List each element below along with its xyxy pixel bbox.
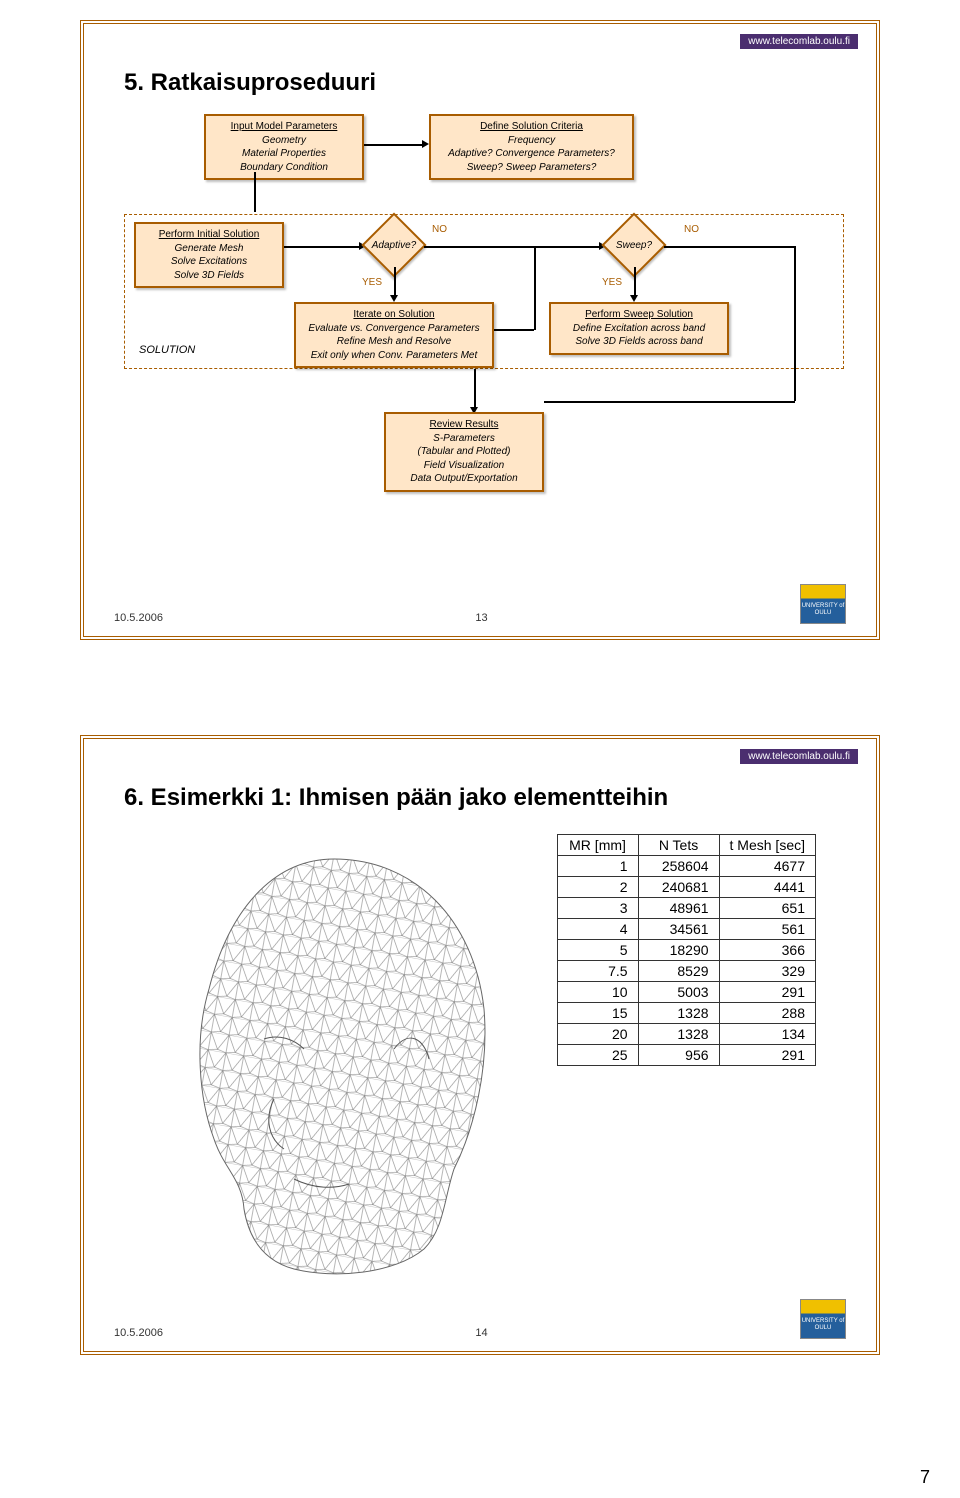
table-cell: 4677 [719, 856, 815, 877]
table-cell: 15 [557, 1003, 638, 1024]
table-cell: 4441 [719, 877, 815, 898]
table-row: 12586044677 [557, 856, 815, 877]
arrow [664, 246, 794, 248]
arrow [424, 246, 599, 248]
table-cell: 10 [557, 982, 638, 1003]
arrow [474, 369, 476, 409]
table-cell: 4 [557, 919, 638, 940]
slide-2: www.telecomlab.oulu.fi 6. Esimerkki 1: I… [80, 735, 880, 1355]
page-number: 7 [920, 1467, 930, 1488]
table-header: MR [mm] [557, 835, 638, 856]
table-cell: 240681 [638, 877, 719, 898]
box-header: Perform Initial Solution [138, 228, 280, 242]
footer-slide-number: 13 [475, 612, 487, 624]
table-cell: 20 [557, 1024, 638, 1045]
table-cell: 288 [719, 1003, 815, 1024]
table-cell: 2 [557, 877, 638, 898]
table-cell: 48961 [638, 898, 719, 919]
box-iterate: Iterate on Solution Evaluate vs. Converg… [294, 302, 494, 368]
box-initial-solution: Perform Initial Solution Generate Mesh S… [134, 222, 284, 288]
edge-label-no: NO [432, 224, 447, 235]
footer-date: 10.5.2006 [114, 1327, 163, 1339]
table-row: 7.58529329 [557, 961, 815, 982]
table-cell: 1 [557, 856, 638, 877]
table-cell: 3 [557, 898, 638, 919]
arrowhead-icon [390, 295, 398, 302]
box-sweep-solution: Perform Sweep Solution Define Excitation… [549, 302, 729, 355]
table-cell: 5 [557, 940, 638, 961]
table-cell: 366 [719, 940, 815, 961]
slide-footer: 10.5.2006 13 UNIVERSITY of OULU [114, 584, 846, 624]
table-row: 348961651 [557, 898, 815, 919]
table-cell: 5003 [638, 982, 719, 1003]
table-cell: 291 [719, 1045, 815, 1066]
site-badge: www.telecomlab.oulu.fi [740, 34, 858, 49]
box-header: Input Model Parameters [208, 120, 360, 134]
table-cell: 329 [719, 961, 815, 982]
decision-adaptive: Adaptive? [364, 224, 424, 266]
table-row: 434561561 [557, 919, 815, 940]
table-row: 201328134 [557, 1024, 815, 1045]
arrow [494, 329, 534, 331]
arrow [394, 267, 396, 297]
slide-title: 6. Esimerkki 1: Ihmisen pään jako elemen… [124, 784, 668, 812]
arrow [794, 246, 796, 401]
arrow [634, 267, 636, 297]
site-badge: www.telecomlab.oulu.fi [740, 749, 858, 764]
head-mesh-image [154, 839, 514, 1279]
slide-footer: 10.5.2006 14 UNIVERSITY of OULU [114, 1299, 846, 1339]
box-input-model: Input Model Parameters Geometry Material… [204, 114, 364, 180]
decision-sweep: Sweep? [604, 224, 664, 266]
slide-1: www.telecomlab.oulu.fi 5. Ratkaisuprosed… [80, 20, 880, 640]
footer-date: 10.5.2006 [114, 612, 163, 624]
box-header: Define Solution Criteria [433, 120, 630, 134]
table-row: 151328288 [557, 1003, 815, 1024]
edge-label-yes: YES [362, 277, 382, 288]
edge-label-no: NO [684, 224, 699, 235]
table-cell: 1328 [638, 1003, 719, 1024]
arrow [534, 246, 536, 330]
table-cell: 956 [638, 1045, 719, 1066]
slide-title: 5. Ratkaisuproseduuri [124, 69, 376, 97]
arrowhead-icon [630, 295, 638, 302]
table-cell: 1328 [638, 1024, 719, 1045]
table-row: 22406814441 [557, 877, 815, 898]
table-cell: 18290 [638, 940, 719, 961]
university-logo: UNIVERSITY of OULU [800, 1299, 846, 1339]
table-cell: 7.5 [557, 961, 638, 982]
table-cell: 25 [557, 1045, 638, 1066]
footer-slide-number: 14 [475, 1327, 487, 1339]
table-cell: 8529 [638, 961, 719, 982]
arrow [364, 144, 422, 146]
arrow [284, 246, 359, 248]
box-header: Perform Sweep Solution [553, 308, 725, 322]
box-define-criteria: Define Solution Criteria Frequency Adapt… [429, 114, 634, 180]
table-row: 518290366 [557, 940, 815, 961]
university-logo: UNIVERSITY of OULU [800, 584, 846, 624]
table-cell: 291 [719, 982, 815, 1003]
table-header-row: MR [mm] N Tets t Mesh [sec] [557, 835, 815, 856]
table-cell: 561 [719, 919, 815, 940]
table-header: N Tets [638, 835, 719, 856]
box-header: Review Results [388, 418, 540, 432]
arrow [254, 172, 256, 212]
table-cell: 34561 [638, 919, 719, 940]
table-cell: 134 [719, 1024, 815, 1045]
table-cell: 651 [719, 898, 815, 919]
mesh-data-table: MR [mm] N Tets t Mesh [sec] 125860446772… [557, 834, 816, 1066]
table-cell: 258604 [638, 856, 719, 877]
table-row: 25956291 [557, 1045, 815, 1066]
box-review-results: Review Results S-Parameters (Tabular and… [384, 412, 544, 492]
arrowhead-icon [422, 140, 429, 148]
edge-label-yes: YES [602, 277, 622, 288]
box-header: Iterate on Solution [298, 308, 490, 322]
table-row: 105003291 [557, 982, 815, 1003]
table-header: t Mesh [sec] [719, 835, 815, 856]
arrow [544, 401, 795, 403]
solution-label: SOLUTION [139, 344, 195, 356]
